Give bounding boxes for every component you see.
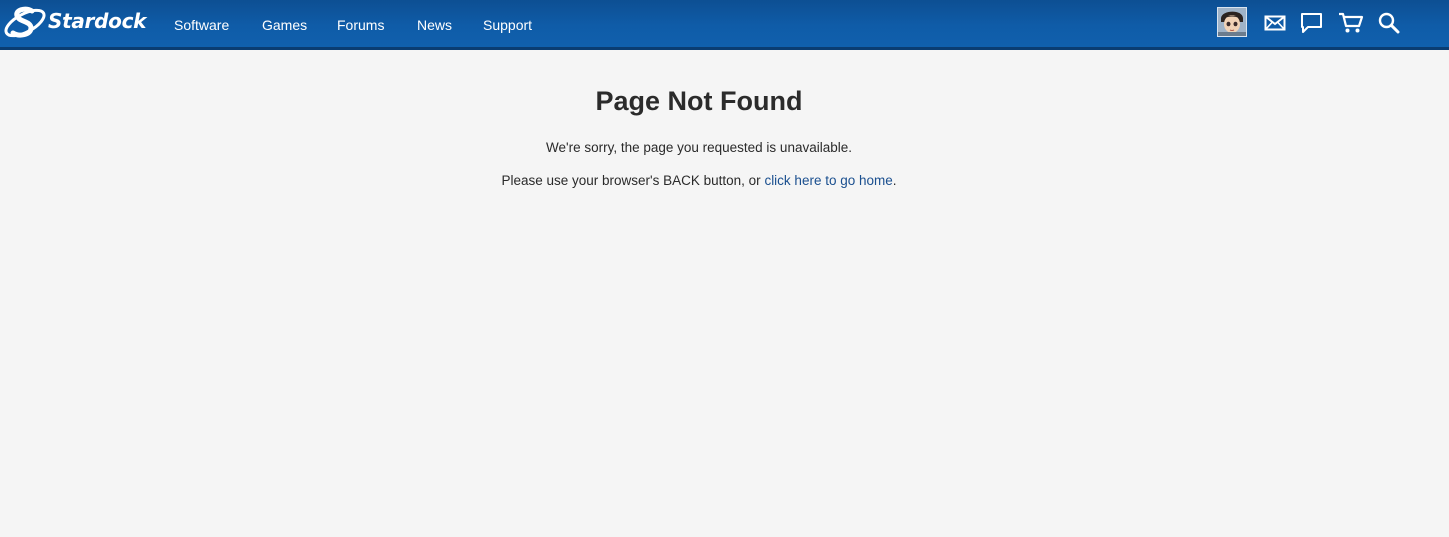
- nav-games[interactable]: Games: [262, 17, 307, 33]
- go-home-link[interactable]: click here to go home: [764, 173, 892, 188]
- search-icon[interactable]: [1378, 12, 1402, 34]
- stardock-logo-icon: [4, 6, 46, 38]
- chat-icon[interactable]: [1300, 12, 1324, 34]
- user-avatar[interactable]: [1217, 7, 1247, 37]
- stardock-logo-link[interactable]: Stardock: [3, 4, 146, 42]
- nav-support[interactable]: Support: [483, 17, 532, 33]
- page-title: Page Not Found: [595, 86, 803, 116]
- logo-text: Stardock: [48, 9, 147, 33]
- instruction-text: Please use your browser's BACK button, o…: [0, 173, 1398, 188]
- nav-news[interactable]: News: [417, 17, 452, 33]
- nav-forums[interactable]: Forums: [337, 17, 384, 33]
- instruction-suffix: .: [892, 173, 897, 188]
- instruction-prefix: Please use your browser's BACK button, o…: [501, 173, 765, 188]
- mail-icon[interactable]: [1264, 14, 1288, 36]
- error-message: We're sorry, the page you requested is u…: [545, 140, 852, 155]
- cart-icon[interactable]: [1338, 12, 1364, 34]
- avatar-image: [1218, 8, 1246, 36]
- nav-software[interactable]: Software: [174, 17, 229, 33]
- top-navigation-bar: Stardock Software Games Forums News Supp…: [0, 0, 1449, 50]
